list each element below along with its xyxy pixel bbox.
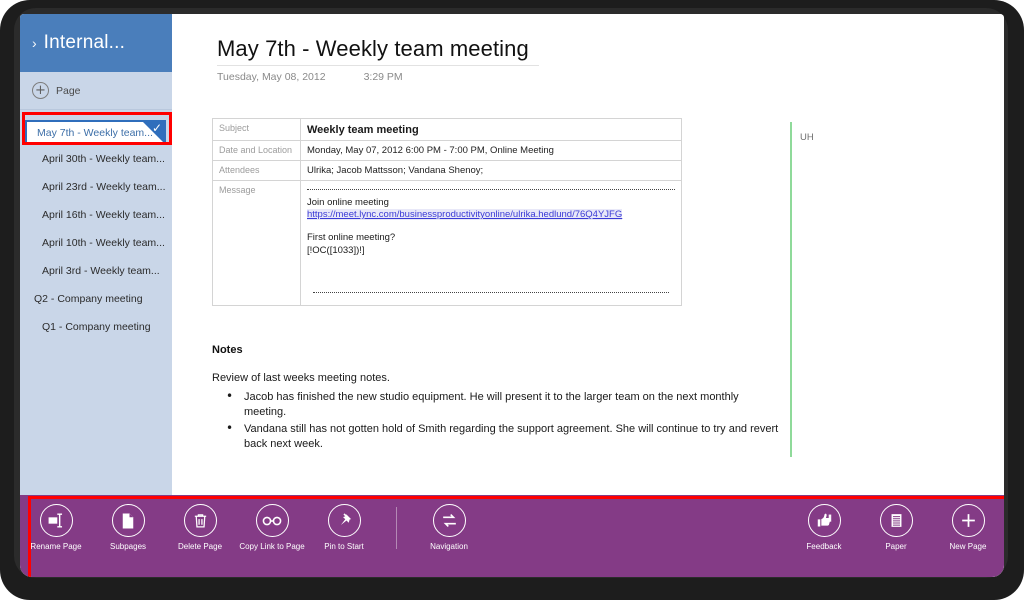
meeting-row-value: Monday, May 07, 2012 6:00 PM - 7:00 PM, … xyxy=(300,140,682,161)
page-list-item[interactable]: April 23rd - Weekly team... xyxy=(20,173,172,201)
notes-bullet-item: Vandana still has not gotten hold of Smi… xyxy=(218,421,783,452)
appbar-command-feedback[interactable]: Feedback xyxy=(788,495,860,552)
notebook-title: Internal... xyxy=(43,32,126,53)
appbar-left-group: Rename Page Subpages Delete Page Copy Link … xyxy=(20,495,380,552)
appbar-command-delete-page[interactable]: Delete Page xyxy=(164,495,236,552)
appbar-command-rename-page[interactable]: Rename Page xyxy=(20,495,92,552)
appbar-command-new-page[interactable]: New Page xyxy=(932,495,1004,552)
feedback-icon xyxy=(807,504,841,537)
page-list-item-label: April 10th - Weekly team... xyxy=(42,237,165,249)
page-list-item-selected[interactable]: May 7th - Weekly team... ✓ xyxy=(25,120,166,145)
appbar-mid-group: Navigation xyxy=(413,495,485,552)
meeting-subject-value: Weekly team meeting xyxy=(300,118,682,141)
add-page-button[interactable]: + Page xyxy=(20,72,172,110)
device-bezel: › Internal... + Page May 7th - Weekly te… xyxy=(0,0,1024,600)
page-list-item-label: April 23rd - Weekly team... xyxy=(42,181,166,193)
join-meeting-text: Join online meeting xyxy=(307,197,389,208)
meeting-row-value: Ulrika; Jacob Mattsson; Vandana Shenoy; xyxy=(300,160,682,181)
bottom-app-bar: Rename Page Subpages Delete Page Copy Link … xyxy=(20,495,1004,577)
oc-token-text: [!OC([1033])!] xyxy=(307,245,365,256)
appbar-command-label: Pin to Start xyxy=(324,542,364,551)
appbar-command-copy-link-to-page[interactable]: Copy Link to Page xyxy=(236,495,308,552)
meeting-table-row: Attendees Ulrika; Jacob Mattsson; Vandana… xyxy=(212,160,682,181)
appbar-command-label: Navigation xyxy=(430,542,468,551)
appbar-command-label: Delete Page xyxy=(177,542,223,551)
page-list-item[interactable]: Q2 - Company meeting xyxy=(20,285,172,313)
title-divider xyxy=(217,65,539,66)
appbar-command-label: Copy Link to Page xyxy=(239,542,305,551)
page-list-item[interactable]: Q1 - Company meeting xyxy=(20,313,172,341)
meeting-table-row: Message Join online meeting https://meet.l… xyxy=(212,180,682,306)
meeting-row-label: Attendees xyxy=(212,160,301,181)
chevron-right-icon: › xyxy=(32,35,37,51)
paper-icon xyxy=(879,504,913,537)
notes-heading: Notes xyxy=(212,344,243,356)
appbar-separator xyxy=(396,507,397,549)
page-list-item-label: April 3rd - Weekly team... xyxy=(42,265,160,277)
appbar-command-label: Subpages xyxy=(109,542,147,551)
page-list-item-label: Q2 - Company meeting xyxy=(34,293,143,305)
appbar-command-label: Paper xyxy=(885,542,907,551)
notebook-header[interactable]: › Internal... xyxy=(20,14,172,72)
appbar-command-paper[interactable]: Paper xyxy=(860,495,932,552)
meeting-message-cell: Join online meeting https://meet.lync.com… xyxy=(300,180,682,306)
add-page-label: Page xyxy=(56,84,81,97)
author-change-bar xyxy=(790,122,792,457)
check-icon: ✓ xyxy=(151,121,162,135)
subpages-icon xyxy=(111,504,145,537)
appbar-command-label: New Page xyxy=(949,542,987,551)
dotted-divider-top xyxy=(307,189,675,190)
page-list-item[interactable]: April 16th - Weekly team... xyxy=(20,201,172,229)
meeting-row-label: Message xyxy=(212,180,301,306)
page-list-item-label: April 16th - Weekly team... xyxy=(42,209,165,221)
page-list-item-label: April 30th - Weekly team... xyxy=(42,153,165,165)
page-list-item-label: Q1 - Company meeting xyxy=(42,321,151,333)
page-title[interactable]: May 7th - Weekly team meeting xyxy=(217,36,529,62)
page-sidebar: › Internal... + Page May 7th - Weekly te… xyxy=(20,14,172,577)
plus-icon: + xyxy=(32,82,49,99)
dotted-divider-bottom xyxy=(313,292,669,293)
meeting-details-body: Subject Weekly team meeting Date and Locat… xyxy=(212,118,682,306)
navigation-icon xyxy=(432,504,466,537)
page-time: 3:29 PM xyxy=(363,71,403,83)
page-datetime: Tuesday, May 08, 2012 3:29 PM xyxy=(217,71,403,83)
message-body: Join online meeting https://meet.lync.com… xyxy=(307,189,675,301)
appbar-command-subpages[interactable]: Subpages xyxy=(92,495,164,552)
appbar-command-navigation[interactable]: Navigation xyxy=(413,495,485,552)
pin-icon xyxy=(327,504,361,537)
meeting-table-row: Date and Location Monday, May 07, 2012 6:… xyxy=(212,140,682,161)
plus-icon xyxy=(951,504,985,537)
meeting-row-label: Subject xyxy=(212,118,301,141)
page-date: Tuesday, May 08, 2012 xyxy=(217,71,326,83)
appbar-command-pin-to-start[interactable]: Pin to Start xyxy=(308,495,380,552)
link-icon xyxy=(255,504,289,537)
page-list-item[interactable]: April 10th - Weekly team... xyxy=(20,229,172,257)
trash-icon xyxy=(183,504,217,537)
meeting-table-row: Subject Weekly team meeting xyxy=(212,118,682,141)
appbar-command-label: Feedback xyxy=(806,542,842,551)
meeting-row-label: Date and Location xyxy=(212,140,301,161)
notes-intro: Review of last weeks meeting notes. xyxy=(212,372,390,384)
page-list-item-label: May 7th - Weekly team... xyxy=(37,126,153,139)
first-meeting-question: First online meeting? xyxy=(307,232,396,243)
appbar-command-label: Rename Page xyxy=(30,542,82,551)
meeting-details-table: Subject Weekly team meeting Date and Locat… xyxy=(212,118,682,306)
note-canvas[interactable]: May 7th - Weekly team meeting Tuesday, M… xyxy=(172,14,1004,577)
notes-bullet-list: Jacob has finished the new studio equipm… xyxy=(218,389,783,454)
rename-page-icon xyxy=(39,504,73,537)
page-list-item[interactable]: April 3rd - Weekly team... xyxy=(20,257,172,285)
page-list: May 7th - Weekly team... ✓ April 30th - We… xyxy=(20,110,172,341)
onenote-app-window: › Internal... + Page May 7th - Weekly te… xyxy=(20,14,1004,577)
author-initials: UH xyxy=(800,132,814,143)
appbar-right-group: Feedback Paper New Page xyxy=(788,495,1004,552)
notes-bullet-item: Jacob has finished the new studio equipm… xyxy=(218,389,783,420)
page-list-item[interactable]: April 30th - Weekly team... xyxy=(20,145,172,173)
join-meeting-link[interactable]: https://meet.lync.com/businessproductivi… xyxy=(307,209,623,220)
